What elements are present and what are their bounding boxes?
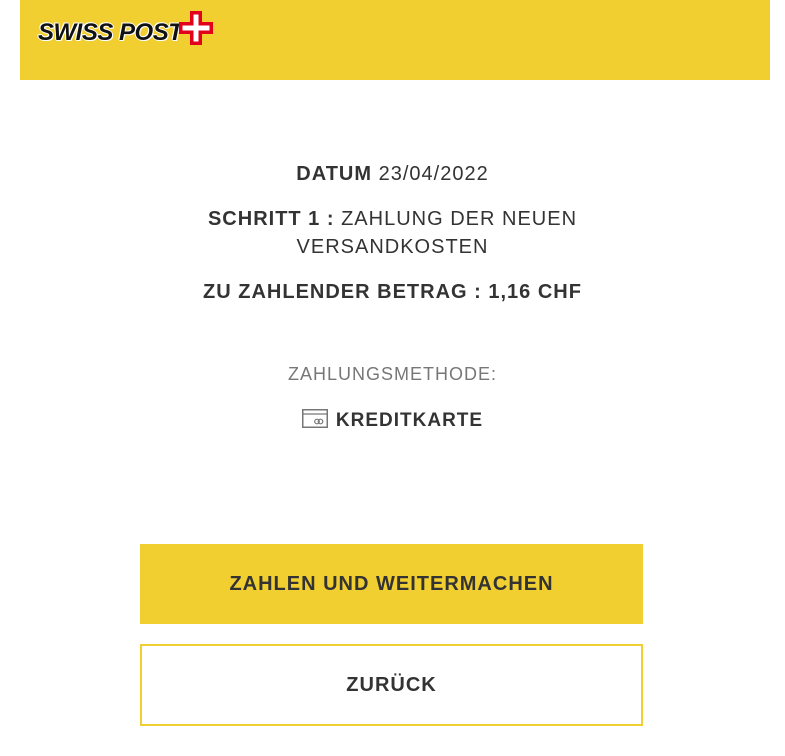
amount-value: 1,16 CHF: [488, 281, 582, 303]
pay-and-continue-button[interactable]: ZAHLEN UND WEITERMACHEN: [140, 544, 643, 624]
date-value: 23/04/2022: [378, 163, 489, 185]
header-bar: SWISS POST: [20, 0, 770, 80]
credit-card-icon: [301, 409, 328, 429]
swiss-post-logo[interactable]: SWISS POST: [37, 10, 217, 50]
payment-method-label: ZAHLUNGSMETHODE:: [287, 364, 498, 384]
step-value: ZAHLUNG DER NEUEN VERSANDKOSTEN: [296, 208, 578, 258]
date-row: DATUM 23/04/2022: [0, 160, 785, 188]
amount-label: ZU ZAHLENDER BETRAG :: [203, 281, 482, 303]
logo-text: SWISS POST: [38, 19, 183, 46]
payment-method-value: KREDITKARTE: [335, 410, 484, 431]
step-row: SCHRITT 1 : ZAHLUNG DER NEUEN VERSANDKOS…: [0, 205, 785, 261]
back-button[interactable]: ZURÜCK: [140, 644, 643, 726]
amount-row: ZU ZAHLENDER BETRAG : 1,16 CHF: [0, 278, 785, 306]
swiss-cross-icon: [179, 11, 213, 45]
payment-method-option[interactable]: KREDITKARTE: [0, 409, 785, 432]
date-label: DATUM: [296, 163, 373, 185]
step-label: SCHRITT 1 :: [207, 208, 335, 230]
